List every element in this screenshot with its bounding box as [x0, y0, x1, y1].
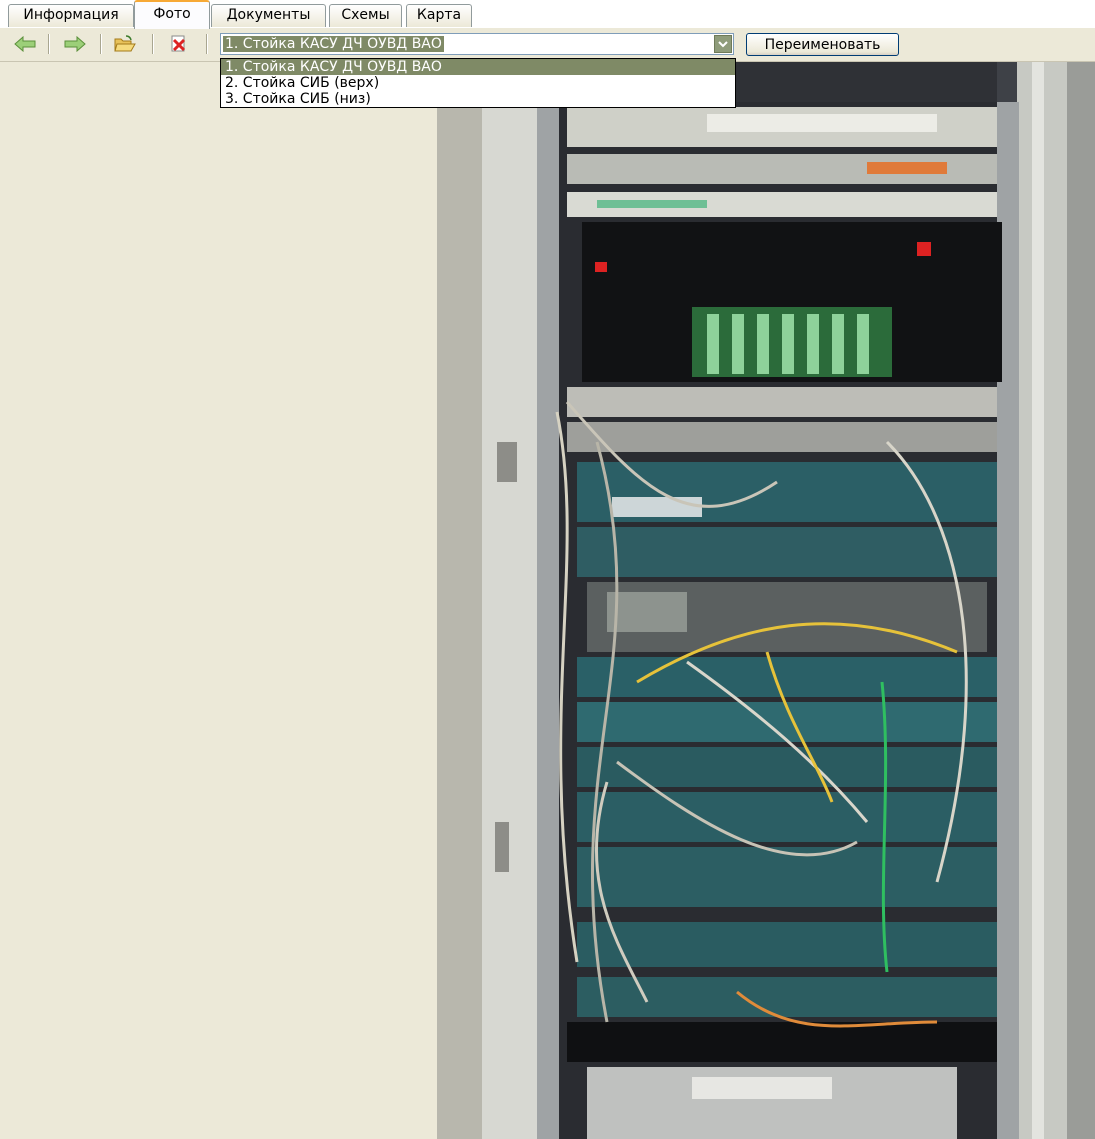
- tab-bar: Информация Фото Документы Схемы Карта: [0, 0, 1095, 29]
- dropdown-option[interactable]: 3. Стойка СИБ (низ): [221, 91, 735, 107]
- dropdown-option[interactable]: 2. Стойка СИБ (верх): [221, 75, 735, 91]
- back-button[interactable]: [10, 32, 40, 56]
- arrow-right-icon: [64, 36, 86, 52]
- rack-select-value: 1. Стойка КАСУ ДЧ ОУВД ВАО: [223, 36, 444, 52]
- folder-open-icon: [114, 35, 136, 52]
- delete-icon: [171, 35, 186, 52]
- rack-dropdown-list: 1. Стойка КАСУ ДЧ ОУВД ВАО 2. Стойка СИБ…: [220, 58, 736, 108]
- rename-button[interactable]: Переименовать: [746, 33, 899, 56]
- tab-schemes[interactable]: Схемы: [329, 4, 402, 27]
- tab-map[interactable]: Карта: [406, 4, 472, 27]
- tab-info[interactable]: Информация: [8, 4, 134, 27]
- chevron-down-icon: [718, 41, 728, 48]
- rack-select[interactable]: 1. Стойка КАСУ ДЧ ОУВД ВАО: [220, 33, 734, 55]
- arrow-left-icon: [14, 36, 36, 52]
- combo-dropdown-button[interactable]: [714, 35, 732, 53]
- rack-photo: [437, 62, 1095, 1139]
- tab-photo[interactable]: Фото: [134, 0, 210, 29]
- server-rack-image: [437, 62, 1095, 1139]
- dropdown-option[interactable]: 1. Стойка КАСУ ДЧ ОУВД ВАО: [221, 59, 735, 75]
- tab-documents[interactable]: Документы: [211, 4, 326, 27]
- delete-button[interactable]: [164, 32, 194, 56]
- open-button[interactable]: [110, 32, 140, 56]
- forward-button[interactable]: [60, 32, 90, 56]
